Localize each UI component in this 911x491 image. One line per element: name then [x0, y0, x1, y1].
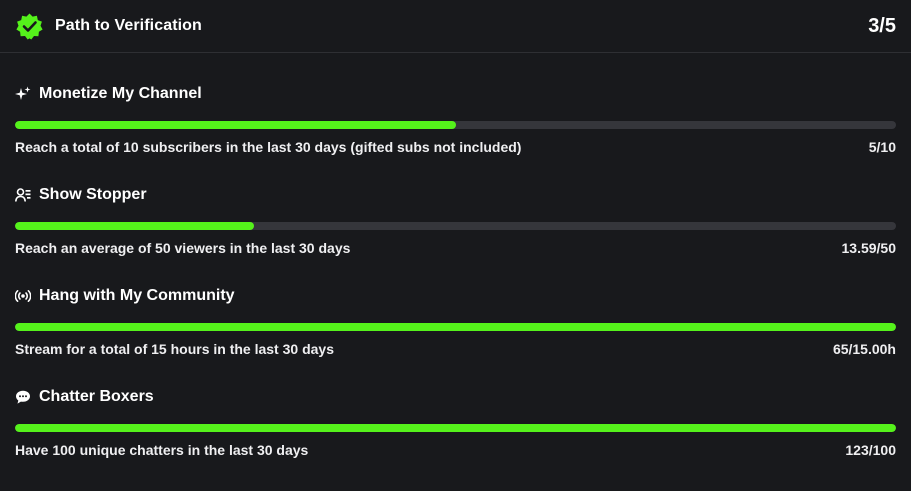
goal-description: Reach an average of 50 viewers in the la… [15, 240, 351, 256]
goal-footer: Stream for a total of 15 hours in the la… [15, 341, 896, 357]
goal-title: Show Stopper [39, 186, 147, 203]
goal-value: 13.59/50 [841, 240, 897, 256]
goal-title: Chatter Boxers [39, 388, 154, 405]
goal-item: Monetize My Channel Reach a total of 10 … [15, 53, 896, 155]
goal-description: Have 100 unique chatters in the last 30 … [15, 442, 309, 458]
progress-track [15, 424, 896, 432]
goal-header: Monetize My Channel [15, 53, 896, 104]
goal-description: Reach a total of 10 subscribers in the l… [15, 139, 522, 155]
chat-bubble-icon [15, 389, 31, 405]
progress-fill [15, 222, 255, 230]
verification-panel: Path to Verification 3/5 Monetize My Cha… [0, 0, 911, 491]
sparkle-icon [15, 86, 31, 102]
progress-fill [15, 323, 896, 331]
goal-footer: Have 100 unique chatters in the last 30 … [15, 442, 896, 458]
progress-fill [15, 121, 456, 129]
goal-item: Chatter Boxers Have 100 unique chatters … [15, 356, 896, 458]
panel-title: Path to Verification [55, 17, 202, 34]
goal-item: Hang with My Community Stream for a tota… [15, 255, 896, 357]
goal-title: Monetize My Channel [39, 85, 202, 102]
broadcast-icon [15, 288, 31, 304]
goal-header: Hang with My Community [15, 255, 896, 306]
goal-header: Show Stopper [15, 154, 896, 205]
goal-value: 65/15.00h [832, 341, 896, 357]
progress-track [15, 121, 896, 129]
progress-track [15, 222, 896, 230]
overall-progress: 3/5 [868, 14, 896, 37]
panel-header: Path to Verification 3/5 [0, 0, 911, 53]
goal-header: Chatter Boxers [15, 356, 896, 407]
viewers-icon [15, 187, 31, 203]
goal-value: 5/10 [868, 139, 896, 155]
verified-badge-icon [15, 12, 44, 41]
progress-fill [15, 424, 896, 432]
goal-footer: Reach an average of 50 viewers in the la… [15, 240, 896, 256]
goal-title: Hang with My Community [39, 287, 235, 304]
goal-item: Show Stopper Reach an average of 50 view… [15, 154, 896, 256]
goal-value: 123/100 [845, 442, 896, 458]
goal-footer: Reach a total of 10 subscribers in the l… [15, 139, 896, 155]
progress-track [15, 323, 896, 331]
goal-description: Stream for a total of 15 hours in the la… [15, 341, 334, 357]
goal-list: Monetize My Channel Reach a total of 10 … [0, 53, 911, 458]
